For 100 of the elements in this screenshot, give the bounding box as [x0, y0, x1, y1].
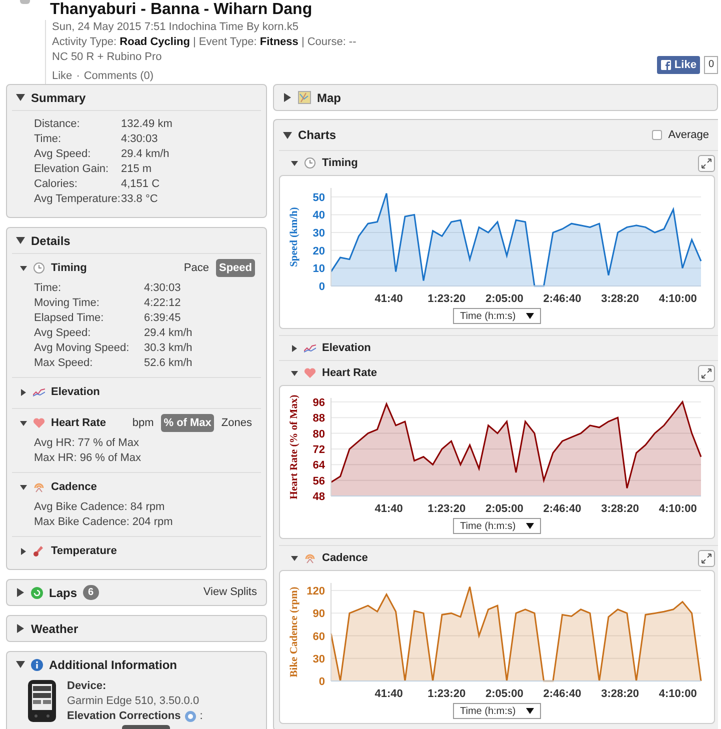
y-tick-label: 120 — [306, 586, 325, 598]
x-tick-label: 2:46:40 — [543, 293, 582, 305]
stat-text: Max HR: 96 % of Max — [34, 451, 142, 466]
author-link[interactable]: korn.k5 — [262, 21, 298, 33]
section-title[interactable]: Heart Rate — [51, 414, 106, 432]
panel-title[interactable]: Summary — [31, 88, 86, 106]
y-tick-label: 56 — [312, 475, 325, 488]
average-label: Average — [668, 128, 709, 143]
x-tick-label: 3:28:20 — [601, 503, 640, 515]
stat-value: 215 m — [121, 162, 153, 177]
stat-text: Max Bike Cadence: 204 rpm — [34, 515, 174, 530]
date-line: Sun, 24 May 2015 7:51 Indochina Time By korn.k5 — [52, 20, 300, 35]
facebook-like-button[interactable]: Like — [657, 56, 700, 74]
stat-label: Elapsed Time: — [34, 311, 105, 326]
y-tick-label: 0 — [318, 281, 325, 293]
activity-title: Thanyaburi - Banna - Wiharn Dang — [50, 0, 314, 20]
unit-toggle[interactable]: Zones — [218, 414, 255, 432]
device-label: Device: — [67, 679, 108, 694]
x-tick-label: 4:10:00 — [658, 293, 697, 305]
separator-dot: · — [76, 69, 80, 84]
axis-select[interactable]: Time (h:m:s) — [453, 518, 541, 534]
x-tick-label: 2:05:00 — [485, 503, 524, 515]
chart-title[interactable]: Heart Rate — [322, 364, 378, 382]
axis-select[interactable]: Time (h:m:s) — [453, 703, 541, 719]
view-splits-link[interactable]: View Splits — [203, 584, 257, 601]
x-tick-label: 41:40 — [374, 503, 403, 515]
stat-value: 132.49 km — [121, 117, 174, 132]
y-tick-label: 88 — [312, 412, 325, 425]
unit-toggle[interactable]: Speed — [216, 258, 255, 278]
stat-value: 4:30:03 — [121, 132, 159, 147]
x-tick-label: 4:10:00 — [658, 688, 697, 700]
stat-label: Avg Moving Speed: — [34, 341, 130, 356]
axis-select[interactable]: Time (h:m:s) — [453, 308, 541, 324]
y-tick-label: 40 — [312, 210, 325, 222]
chart-title[interactable]: Elevation — [322, 340, 371, 356]
panel-title[interactable]: Charts — [298, 126, 336, 144]
activity-info: Activity Type: Road Cycling | Event Type: Fitness | Course: -- — [52, 35, 358, 50]
like-count: 0 — [704, 56, 718, 74]
stat-value: 29.4 km/h — [121, 147, 170, 162]
y-tick-label: 50 — [312, 192, 325, 204]
x-tick-label: 3:28:20 — [601, 293, 640, 305]
stat-label: Avg Speed: — [34, 326, 92, 341]
y-tick-label: 48 — [312, 491, 325, 503]
axis-title: Bike Cadence (rpm) — [289, 586, 300, 678]
stat-value: 29.4 km/h — [144, 326, 194, 341]
stat-value: 33.8 °C — [121, 192, 159, 207]
colon-text: : — [200, 709, 203, 724]
corrections-label: Elevation Corrections — [67, 709, 181, 724]
panel-title[interactable]: Additional Information — [49, 656, 177, 674]
device-name: Garmin Edge 510, 3.50.0.0 — [67, 694, 200, 709]
x-tick-label: 2:46:40 — [543, 688, 582, 700]
stat-label: Avg Temperature: — [34, 192, 121, 207]
section-title[interactable]: Timing — [51, 260, 87, 276]
stat-label: Time: — [34, 281, 62, 296]
x-tick-label: 1:23:20 — [428, 503, 466, 515]
axis-title: Heart Rate (% of Max) — [289, 394, 300, 500]
y-tick-label: 96 — [312, 396, 325, 409]
stat-label: Calories: — [34, 177, 78, 192]
y-tick-label: 20 — [312, 245, 325, 258]
stat-value: 30.3 km/h — [144, 341, 194, 356]
stat-label: Distance: — [34, 117, 81, 132]
x-tick-label: 4:10:00 — [658, 503, 697, 515]
equipment-text: NC 50 R + Rubino Pro — [52, 50, 163, 65]
y-tick-label: 90 — [312, 608, 325, 620]
panel-title[interactable]: Laps — [49, 584, 78, 602]
y-tick-label: 10 — [312, 263, 325, 276]
stat-value: 4:22:12 — [144, 296, 182, 311]
section-title[interactable]: Cadence — [51, 478, 97, 496]
stat-text: Avg Bike Cadence: 84 rpm — [34, 500, 166, 515]
stat-label: Moving Time: — [34, 296, 100, 311]
panel-title[interactable]: Map — [317, 88, 341, 106]
section-title[interactable]: Temperature — [51, 542, 117, 560]
axis-title: Speed (km/h) — [289, 207, 300, 267]
x-tick-label: 3:28:20 — [601, 688, 640, 700]
y-tick-label: 30 — [312, 228, 325, 240]
panel-title[interactable]: Weather — [31, 620, 78, 638]
stat-value: 4:30:03 — [144, 281, 182, 296]
stat-label: Avg Speed: — [34, 147, 92, 162]
x-tick-label: 2:46:40 — [543, 503, 582, 515]
y-tick-label: 30 — [312, 653, 325, 666]
stat-value: 6:39:45 — [144, 311, 182, 326]
unit-toggle[interactable]: Pace — [180, 258, 212, 278]
stat-value: 4,151 C — [121, 177, 161, 192]
y-tick-label: 60 — [312, 630, 325, 643]
panel-title[interactable]: Details — [31, 232, 70, 250]
y-tick-label: 72 — [312, 444, 325, 456]
section-title[interactable]: Elevation — [51, 384, 100, 400]
unit-toggle[interactable]: bpm — [129, 414, 157, 432]
comments-link[interactable]: Comments (0) — [84, 69, 154, 84]
chart-title[interactable]: Timing — [322, 154, 358, 172]
like-link[interactable]: Like — [52, 69, 72, 84]
y-tick-label: 80 — [312, 428, 325, 440]
stat-label: Time: — [34, 132, 62, 147]
stat-value: 52.6 km/h — [144, 356, 194, 371]
chart-title[interactable]: Cadence — [322, 550, 368, 566]
x-tick-label: 41:40 — [374, 293, 403, 305]
stat-label: Elevation Gain: — [34, 162, 110, 177]
x-tick-label: 2:05:00 — [485, 293, 524, 305]
stat-text: Avg HR: 77 % of Max — [34, 436, 140, 451]
unit-toggle[interactable]: % of Max — [160, 414, 214, 432]
